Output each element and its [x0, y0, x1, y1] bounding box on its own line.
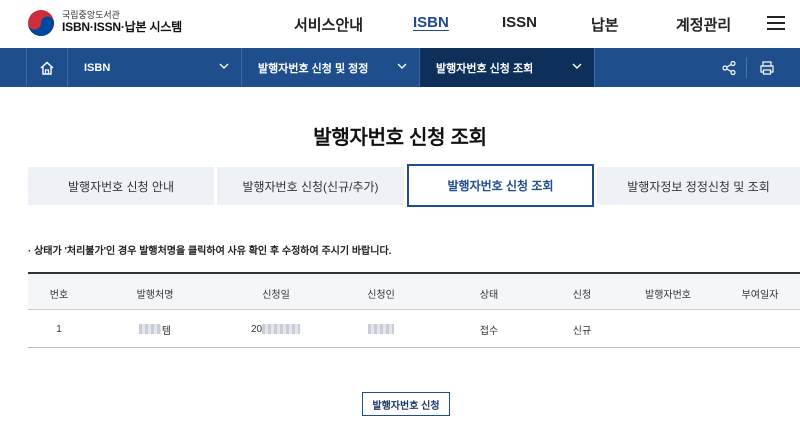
header-assigned-date: 부여일자: [741, 289, 779, 301]
row-publisher-suffix: 템: [161, 325, 172, 337]
breadcrumb-level2-label: 발행자번호 신청 및 정정: [258, 62, 369, 75]
tab-info-correction[interactable]: 발행자정보 정정신청 및 조회: [597, 167, 800, 205]
breadcrumb-level2[interactable]: 발행자번호 신청 및 정정: [242, 48, 420, 87]
tab-apply-lookup[interactable]: 발행자번호 신청 조회: [407, 164, 594, 207]
top-header: 국립중앙도서관 ISBN·ISSN·납본 시스템 서비스안내 ISBN ISSN…: [0, 0, 800, 48]
chevron-down-icon: [397, 63, 407, 69]
apply-publisher-no-button[interactable]: 발행자번호 신청: [362, 392, 450, 416]
print-icon[interactable]: [750, 48, 784, 87]
header-no: 번호: [49, 289, 69, 301]
page-title: 발행자번호 신청 조회: [313, 127, 487, 149]
divider: [746, 57, 747, 78]
nav-account[interactable]: 계정관리: [676, 14, 731, 35]
tab-apply-new[interactable]: 발행자번호 신청(신규/추가): [217, 167, 404, 205]
menu-icon[interactable]: [767, 16, 785, 30]
breadcrumb-level3[interactable]: 발행자번호 신청 조회: [420, 48, 595, 87]
header-status: 상태: [479, 289, 499, 301]
nav-isbn[interactable]: ISBN: [413, 14, 449, 31]
row-publisher-no: [616, 310, 720, 348]
redacted-text: [262, 324, 301, 334]
chevron-down-icon: [219, 63, 229, 69]
application-table: 번호 발행처명 신청일 신청인 상태 신청 발행자번호 부여일자 1 템 20 …: [28, 272, 800, 348]
breadcrumb-level3-label: 발행자번호 신청 조회: [436, 62, 534, 75]
row-date: 20: [220, 310, 332, 348]
tab-bar: 발행자번호 신청 안내 발행자번호 신청(신규/추가) 발행자번호 신청 조회 …: [28, 164, 800, 207]
row-publisher-link[interactable]: 템: [90, 310, 220, 348]
chevron-down-icon: [572, 63, 582, 69]
breadcrumb-level1[interactable]: ISBN: [68, 48, 242, 87]
nav-deposit[interactable]: 납본: [591, 14, 619, 35]
row-applicant: [332, 310, 430, 348]
nav-issn[interactable]: ISSN: [502, 14, 537, 31]
main-nav: 서비스안내 ISBN ISSN 납본 계정관리: [0, 14, 800, 36]
breadcrumb-bar: ISBN 발행자번호 신청 및 정정 발행자번호 신청 조회: [0, 48, 800, 87]
header-applicant: 신청인: [367, 289, 395, 301]
notice-text: · 상태가 '처리불가'인 경우 발행처명을 클릭하여 사유 확인 후 수정하여…: [28, 246, 392, 257]
home-icon[interactable]: [26, 48, 68, 87]
row-assigned-date: [720, 310, 800, 348]
tab-apply-guide[interactable]: 발행자번호 신청 안내: [28, 167, 214, 205]
nav-service-info[interactable]: 서비스안내: [294, 14, 363, 35]
header-publisher: 발행처명: [136, 289, 174, 301]
row-no: 1: [56, 323, 62, 335]
table-row: 1 템 20 접수 신규: [28, 310, 800, 348]
row-type: 신규: [572, 325, 592, 337]
share-icon[interactable]: [712, 48, 746, 87]
row-status: 접수: [479, 325, 499, 337]
header-date: 신청일: [262, 289, 290, 301]
row-date-prefix: 20: [250, 323, 263, 335]
redacted-text: [367, 324, 394, 334]
header-type: 신청: [572, 289, 592, 301]
breadcrumb-level1-label: ISBN: [84, 61, 111, 74]
table-header: 번호 발행처명 신청일 신청인 상태 신청 발행자번호 부여일자: [28, 272, 800, 310]
redacted-text: [138, 324, 161, 334]
header-publisher-no: 발행자번호: [645, 289, 691, 301]
